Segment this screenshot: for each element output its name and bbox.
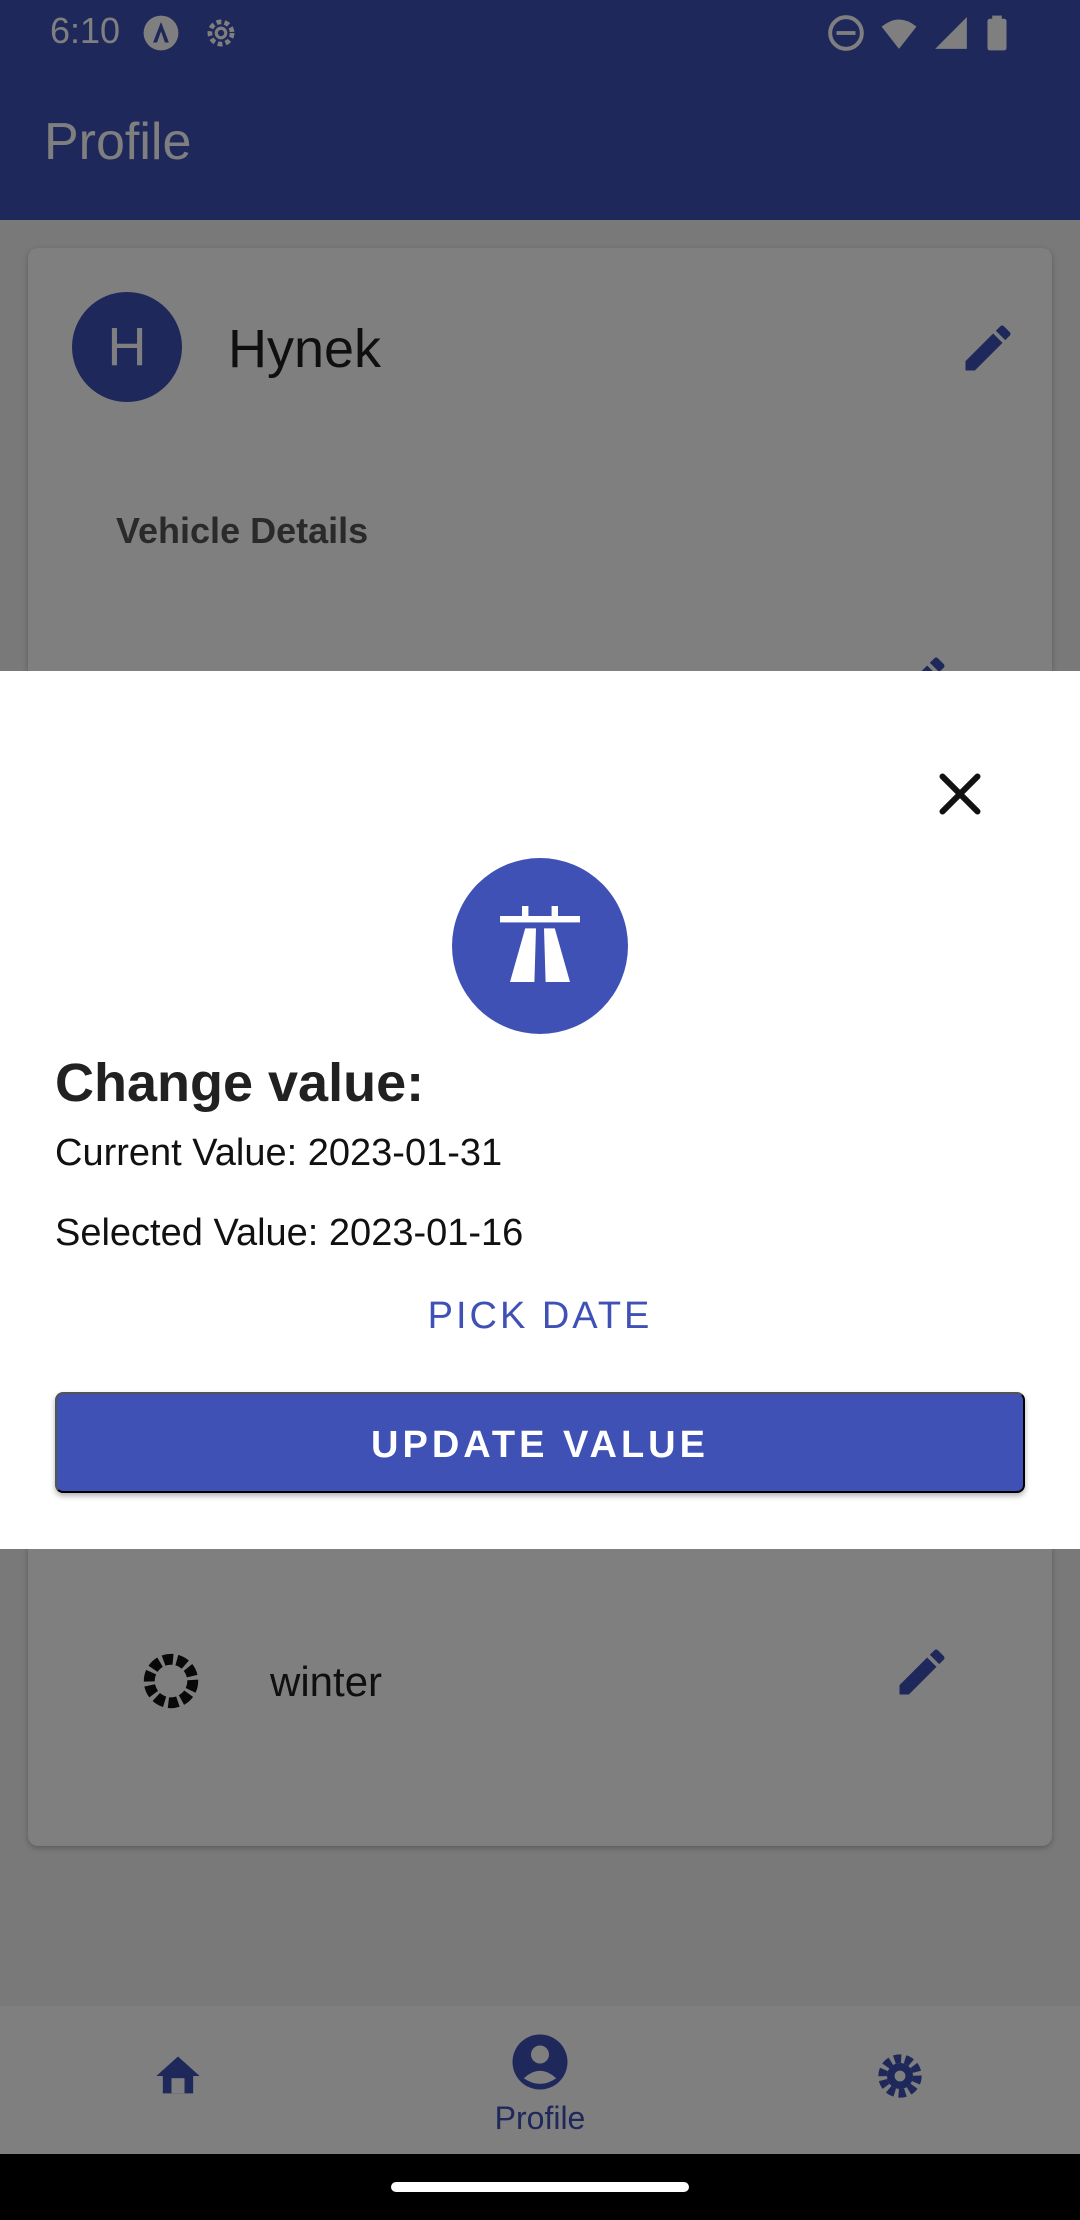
dialog-heading: Change value: — [55, 1053, 425, 1113]
selected-value-text: Selected Value: 2023-01-16 — [55, 1212, 524, 1254]
pick-date-button[interactable]: PICK DATE — [380, 1280, 700, 1350]
update-value-button[interactable]: UPDATE VALUE — [55, 1392, 1025, 1493]
current-value-text: Current Value: 2023-01-31 — [55, 1132, 503, 1174]
close-icon[interactable] — [930, 764, 990, 824]
highway-icon — [500, 906, 580, 982]
home-gesture-handle[interactable] — [391, 2182, 689, 2192]
screen: 6:10 Profile H Hynek Vehicle Details — [0, 0, 1080, 2220]
dialog-icon-badge — [452, 858, 628, 1034]
